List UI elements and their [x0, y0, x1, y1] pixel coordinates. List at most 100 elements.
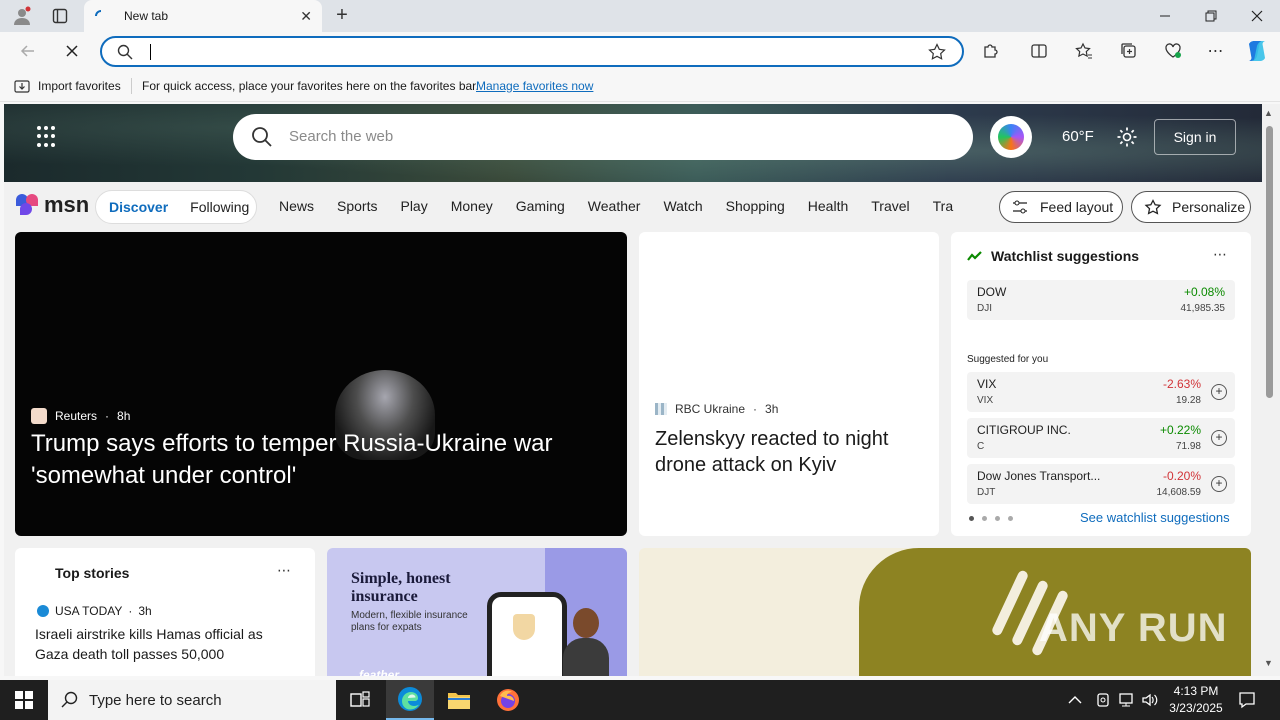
more-options-icon[interactable]: ⋯: [277, 562, 291, 579]
new-tab-button[interactable]: +: [330, 4, 354, 28]
show-hidden-icons-button[interactable]: [1068, 680, 1082, 720]
add-to-watchlist-icon[interactable]: +: [1211, 384, 1227, 400]
add-to-watchlist-icon[interactable]: +: [1211, 430, 1227, 446]
task-view-button[interactable]: [336, 680, 384, 720]
story-headline[interactable]: Israeli airstrike kills Hamas official a…: [35, 624, 295, 664]
nav-link-news[interactable]: News: [279, 198, 314, 214]
close-window-button[interactable]: [1234, 0, 1280, 32]
story-source: Reuters · 8h: [31, 408, 130, 424]
feed-layout-button[interactable]: Feed layout: [999, 191, 1123, 223]
search-icon: [61, 691, 78, 708]
nav-link-watch[interactable]: Watch: [663, 198, 702, 214]
personalize-star-icon: [1144, 199, 1162, 215]
stock-row-suggestion[interactable]: Dow Jones Transport... DJT -0.20% 14,608…: [967, 464, 1235, 504]
start-button[interactable]: [0, 680, 48, 720]
tab-actions-button[interactable]: [46, 4, 74, 28]
tray-network-alt[interactable]: [1095, 680, 1111, 720]
more-options-icon[interactable]: ⋯: [1213, 246, 1227, 263]
taskbar-firefox[interactable]: [484, 680, 532, 720]
image-story-card[interactable]: ANY RUN: [639, 548, 1251, 676]
tab-following[interactable]: Following: [190, 199, 249, 215]
apps-launcher-icon[interactable]: [37, 126, 59, 148]
gear-icon[interactable]: [1116, 126, 1138, 148]
nav-link-truncated[interactable]: Tra: [933, 198, 955, 214]
favorites-button[interactable]: [1072, 40, 1096, 62]
scroll-down-arrow-icon[interactable]: ▼: [1264, 658, 1273, 668]
device-icon: [1097, 693, 1109, 707]
tray-volume[interactable]: [1141, 680, 1159, 720]
scrollbar-thumb[interactable]: [1266, 126, 1273, 398]
tab-discover[interactable]: Discover: [109, 199, 168, 215]
scroll-up-arrow-icon[interactable]: ▲: [1264, 108, 1273, 118]
source-name: Reuters: [55, 409, 98, 423]
hero-story-card[interactable]: Reuters · 8h Trump says efforts to tempe…: [15, 232, 627, 536]
personalize-button[interactable]: Personalize: [1131, 191, 1251, 223]
story-headline[interactable]: Zelenskyy reacted to night drone attack …: [655, 426, 925, 478]
weather-temperature[interactable]: 60°F: [1062, 128, 1094, 145]
favorite-star-icon[interactable]: [928, 43, 946, 61]
browser-toolbar: ⋯: [0, 32, 1280, 70]
nav-link-money[interactable]: Money: [451, 198, 493, 214]
msn-logo-text: msn: [44, 192, 90, 217]
suggested-label: Suggested for you: [967, 354, 1049, 365]
shield-icon: [513, 614, 535, 640]
tab-close-icon[interactable]: ✕: [300, 8, 312, 25]
story-card[interactable]: RBC Ukraine · 3h Zelenskyy reacted to ni…: [639, 232, 939, 536]
sign-in-button[interactable]: Sign in: [1154, 119, 1236, 155]
profile-icon: [14, 6, 31, 25]
copilot-button[interactable]: [1245, 40, 1269, 62]
msn-logo[interactable]: msn: [16, 192, 89, 218]
story-source: RBC Ukraine · 3h: [655, 402, 778, 416]
performance-button[interactable]: [1161, 40, 1185, 62]
settings-more-button[interactable]: ⋯: [1204, 40, 1228, 62]
tray-network[interactable]: [1118, 680, 1136, 720]
taskbar-edge-app[interactable]: [386, 680, 434, 720]
profile-button[interactable]: [8, 4, 36, 28]
nav-link-gaming[interactable]: Gaming: [516, 198, 565, 214]
minimize-button[interactable]: [1142, 0, 1188, 32]
puzzle-icon: [984, 44, 998, 58]
see-watchlist-link[interactable]: See watchlist suggestions: [1080, 510, 1230, 525]
back-button[interactable]: [14, 39, 42, 63]
favorites-star-list-icon: [1075, 42, 1092, 59]
restore-button[interactable]: [1188, 0, 1234, 32]
copilot-avatar-button[interactable]: [990, 116, 1032, 158]
nav-link-shopping[interactable]: Shopping: [726, 198, 785, 214]
source-name: USA TODAY: [55, 604, 123, 618]
clock-time: 4:13 PM: [1173, 684, 1219, 698]
taskbar-search-box[interactable]: Type here to search: [48, 680, 336, 720]
nav-link-health[interactable]: Health: [808, 198, 848, 214]
ad-card[interactable]: Simple, honest insurance Modern, flexibl…: [327, 548, 627, 676]
ad-body: Modern, flexible insurance plans for exp…: [351, 610, 468, 633]
collections-button[interactable]: [1117, 40, 1141, 62]
address-bar[interactable]: [100, 36, 964, 67]
taskbar-clock[interactable]: 4:13 PM 3/23/2025: [1166, 683, 1226, 717]
add-to-watchlist-icon[interactable]: +: [1211, 476, 1227, 492]
stock-row-suggestion[interactable]: VIX VIX -2.63% 19.28 +: [967, 372, 1235, 412]
story-headline[interactable]: Trump says efforts to temper Russia-Ukra…: [31, 428, 591, 492]
stock-name: CITIGROUP INC.: [977, 423, 1071, 437]
story-source: USA TODAY · 3h: [37, 604, 152, 618]
extensions-button[interactable]: [979, 40, 1003, 62]
nav-link-play[interactable]: Play: [400, 198, 427, 214]
tab-new-tab[interactable]: New tab ✕: [84, 0, 322, 32]
nav-link-travel[interactable]: Travel: [871, 198, 909, 214]
favorites-bar: Import favorites For quick access, place…: [0, 70, 1280, 102]
nav-link-weather[interactable]: Weather: [588, 198, 641, 214]
page-scrollbar[interactable]: ▲ ▼: [1262, 104, 1280, 676]
loading-spinner-icon: [95, 10, 102, 17]
manage-favorites-link[interactable]: Manage favorites now: [476, 79, 593, 93]
stop-loading-button[interactable]: [58, 39, 86, 63]
ad-person-image: [563, 608, 609, 676]
split-screen-button[interactable]: [1027, 40, 1051, 62]
stock-row-suggestion[interactable]: CITIGROUP INC. C +0.22% 71.98 +: [967, 418, 1235, 458]
notification-center-button[interactable]: [1238, 680, 1256, 720]
chevron-up-icon: [1068, 696, 1082, 704]
carousel-dots[interactable]: [969, 516, 1013, 521]
nav-link-sports[interactable]: Sports: [337, 198, 377, 214]
import-favorites-button[interactable]: Import favorites: [14, 79, 121, 93]
web-search-box[interactable]: Search the web: [233, 114, 973, 160]
taskbar-file-explorer[interactable]: [435, 680, 483, 720]
stock-row-main[interactable]: DOW DJI +0.08% 41,985.35: [967, 280, 1235, 320]
favorites-hint-text: For quick access, place your favorites h…: [142, 78, 479, 93]
